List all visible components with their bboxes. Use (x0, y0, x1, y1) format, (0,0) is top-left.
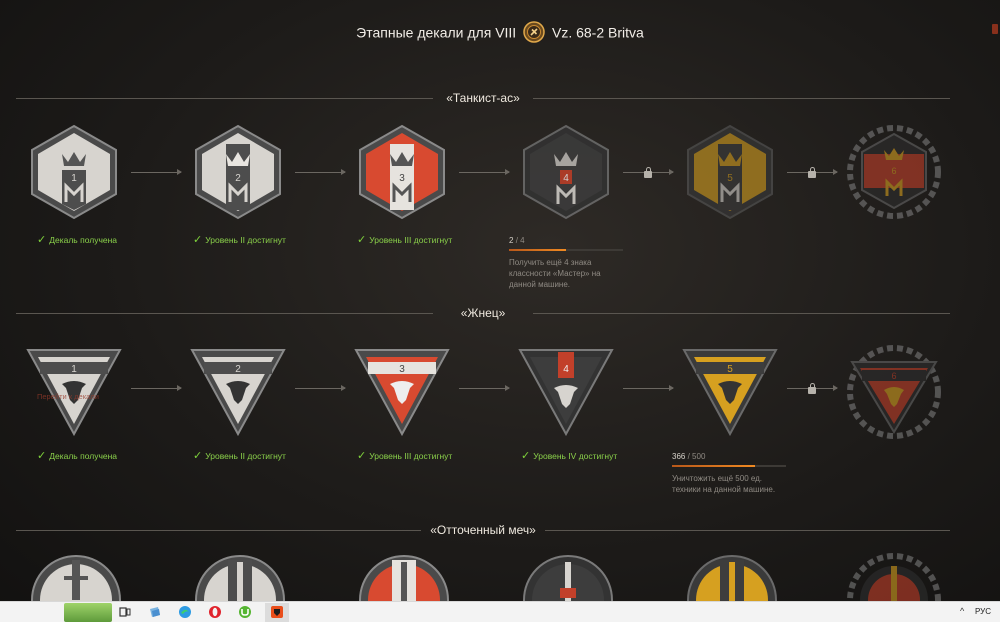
progress-fill (672, 465, 756, 467)
ace-stage-5-badge[interactable]: 5 (682, 124, 778, 220)
section-title: «Отточенный меч» (430, 523, 536, 537)
game-center-icon[interactable] (270, 605, 284, 619)
sword-stage-5-badge[interactable] (686, 552, 782, 601)
ace-stage-3-badge[interactable]: 3 (354, 124, 450, 220)
reaper-stage-2-badge[interactable]: 2 (190, 344, 286, 440)
sword-stage-2-badge[interactable] (194, 552, 290, 601)
lock-icon (808, 383, 816, 394)
svg-text:5: 5 (727, 364, 733, 375)
close-icon[interactable] (992, 24, 998, 34)
section-header-ace: «Танкист-ас» (16, 89, 950, 107)
page-title: Этапные декали для VIII Vz. 68-2 Britva (0, 21, 1000, 43)
checkmark-icon: ✓ (357, 450, 367, 462)
checkmark-icon: ✓ (193, 234, 203, 246)
svg-text:4: 4 (563, 173, 569, 184)
stage-status: ✓ Уровень III достигнут (357, 450, 453, 462)
edge-browser-icon[interactable] (178, 605, 192, 619)
progression-arrow (459, 385, 510, 391)
svg-text:2: 2 (235, 364, 241, 375)
reaper-stage-6-badge[interactable]: 6 (846, 344, 942, 440)
sword-stage-6-badge[interactable] (846, 552, 942, 601)
svg-text:4: 4 (563, 364, 569, 375)
progress-hint: Получить ещё 4 знака классности «Мастер»… (509, 258, 601, 289)
utorrent-icon[interactable] (238, 605, 252, 619)
language-indicator[interactable]: РУС (975, 607, 991, 616)
progression-arrow (623, 385, 674, 391)
reaper-stage-4-badge[interactable]: 4 (518, 344, 614, 440)
checkmark-icon: ✓ (521, 450, 531, 462)
progress-hint: Уничтожить ещё 500 ед. техники на данной… (672, 474, 776, 494)
section-header-reaper: «Жнец» (16, 304, 950, 322)
mastery-medal-icon (523, 21, 545, 43)
svg-text:6: 6 (891, 166, 896, 176)
progress-bar (509, 249, 623, 251)
progress-fill (509, 249, 566, 251)
stage-status: ✓ Декаль получена (37, 234, 118, 246)
progression-arrow (295, 169, 346, 175)
section-title: «Танкист-ас» (446, 91, 520, 105)
progress-count: 366 / 500 (672, 452, 706, 461)
ace-stage-6-badge[interactable]: 6 (846, 124, 942, 220)
stage-progress: 2 / 4 Получить ещё 4 знака классности «М… (509, 236, 639, 290)
lock-icon (808, 167, 816, 178)
stage-status: ✓ Уровень IV достигнут (521, 450, 618, 462)
svg-text:1: 1 (71, 364, 77, 375)
svg-text:6: 6 (891, 371, 896, 381)
windows-taskbar: ^ РУС (0, 601, 1000, 622)
progression-arrow (295, 385, 346, 391)
svg-text:3: 3 (399, 173, 405, 184)
title-vehicle: Vz. 68-2 Britva (551, 24, 644, 41)
stage-status: ✓ Уровень II достигнут (193, 234, 286, 246)
sword-stage-3-badge[interactable] (358, 552, 454, 601)
sword-stage-1-badge[interactable] (30, 552, 126, 601)
hover-hint: Перейти к декали (37, 392, 99, 401)
ace-stage-1-badge[interactable]: 1 (26, 124, 122, 220)
progress-count: 2 / 4 (509, 236, 525, 245)
tray-expand-chevron[interactable]: ^ (960, 606, 964, 616)
checkmark-icon: ✓ (37, 234, 47, 246)
svg-text:1: 1 (71, 173, 77, 184)
stage-status: ✓ Декаль получена (37, 450, 118, 462)
section-header-honed-sword: «Отточенный меч» (16, 521, 950, 539)
task-view-icon[interactable] (118, 605, 132, 619)
ace-stage-2-badge[interactable]: 2 (190, 124, 286, 220)
svg-text:2: 2 (235, 173, 241, 184)
section-title: «Жнец» (460, 306, 506, 320)
reaper-stage-3-badge[interactable]: 3 (354, 344, 450, 440)
opera-browser-icon[interactable] (208, 605, 222, 619)
svg-text:5: 5 (727, 173, 733, 184)
progression-arrow (131, 385, 182, 391)
stage-status: ✓ Уровень III достигнут (357, 234, 453, 246)
progression-arrow (131, 169, 182, 175)
progress-bar (672, 465, 786, 467)
lock-icon (644, 167, 652, 178)
reaper-stage-5-badge[interactable]: 5 (682, 344, 778, 440)
sword-stage-4-badge[interactable] (522, 552, 618, 601)
stage-status: ✓ Уровень II достигнут (193, 450, 286, 462)
checkmark-icon: ✓ (357, 234, 367, 246)
progression-arrow (459, 169, 510, 175)
stage-progress: 366 / 500 Уничтожить ещё 500 ед. техники… (672, 452, 802, 495)
title-prefix: Этапные декали для VIII (356, 24, 517, 41)
game-window-thumbnail[interactable] (64, 603, 112, 622)
svg-text:3: 3 (399, 364, 405, 375)
ace-stage-4-badge[interactable]: 4 (518, 124, 614, 220)
checkmark-icon: ✓ (193, 450, 203, 462)
checkmark-icon: ✓ (37, 450, 47, 462)
file-explorer-icon[interactable] (148, 605, 162, 619)
